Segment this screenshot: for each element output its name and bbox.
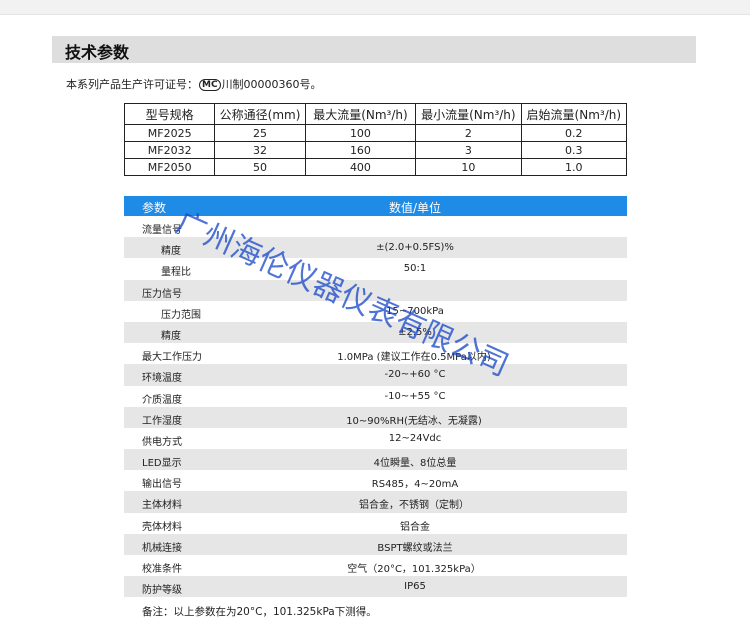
param-value: IP65 [404, 581, 426, 593]
section-title: 技术参数 [65, 43, 130, 62]
param-value: -20~+60 °C [384, 369, 446, 381]
table-cell: 160 [304, 141, 417, 159]
param-value: 10~90%RH(无结冰、无凝露) [346, 415, 482, 427]
license-prefix: 本系列产品生产许可证号： [66, 78, 198, 91]
table-cell: 25 [214, 124, 306, 142]
table-cell: 32 [214, 141, 306, 159]
model-spec-table: 型号规格 公称通径(mm) 最大流量(Nm³/h) 最小流量(Nm³/h) 启始… [123, 103, 628, 176]
param-row-pressure-accuracy: 精度 ±2.5% [124, 321, 627, 344]
table-cell: 0.3 [520, 141, 628, 159]
param-row-max-pressure: 最大工作压力 1.0MPa (建议工作在0.5MPa以内) [124, 343, 627, 364]
param-label: 机械连接 [142, 542, 182, 554]
param-label: 工作湿度 [142, 415, 182, 427]
mc-mark-icon: MC [199, 79, 221, 91]
param-value: 15~700kPa [386, 305, 444, 317]
param-label: 最大工作压力 [142, 352, 202, 364]
param-row-medium-temp: 介质温度 -10~+55 °C [124, 386, 627, 407]
table-cell: 400 [304, 158, 417, 176]
section-header: 技术参数 [52, 36, 696, 63]
param-row-housing-material: 壳体材料 铝合金 [124, 513, 627, 534]
license-number: 川制00000360号。 [221, 78, 322, 91]
param-row-humidity: 工作湿度 10~90%RH(无结冰、无凝露) [124, 406, 627, 428]
param-label: 壳体材料 [142, 521, 182, 533]
param-label: 输出信号 [142, 479, 182, 491]
param-row-pressure-signal: 压力信号 [124, 279, 627, 301]
param-value: 50:1 [403, 263, 427, 275]
param-value: 铝合金，不锈钢（定制） [359, 500, 469, 512]
param-value: ±2.5% [398, 326, 432, 338]
table-cell: 0.2 [520, 124, 628, 142]
param-label: 流量信号 [142, 225, 182, 236]
table-row: MF2025 25 100 2 0.2 [123, 124, 628, 142]
param-row-display: LED显示 4位瞬量、8位总量 [124, 449, 627, 471]
table-cell: 2 [415, 124, 522, 142]
parameter-header-value: 数值/单位 [389, 201, 442, 215]
param-label: 主体材料 [142, 500, 182, 512]
param-value: ±(2.0+0.5FS)% [376, 242, 454, 254]
param-row-flow-signal: 流量信号 [124, 216, 627, 237]
footnote: 备注：以上参数在为20°C，101.325kPa下测得。 [142, 606, 377, 618]
param-label: 防护等级 [142, 585, 182, 597]
param-value: 12~24Vdc [388, 432, 442, 444]
param-row-pressure-range: 压力范围 15~700kPa [124, 301, 627, 322]
param-row-protection: 防护等级 IP65 [124, 576, 627, 598]
table-row: MF2050 50 400 10 1.0 [123, 158, 628, 176]
param-label: 供电方式 [142, 436, 182, 448]
param-row-connection: 机械连接 BSPT螺纹或法兰 [124, 533, 627, 555]
param-label: LED显示 [142, 458, 182, 470]
parameter-table: 参数 数值/单位 流量信号 精度 ±(2.0+0.5FS)% 量程比 50:1 压力… [124, 196, 627, 598]
param-label: 校准条件 [142, 564, 182, 575]
table-cell: 3 [415, 141, 522, 159]
param-label: 量程比 [161, 267, 191, 279]
spec-header-diameter: 公称通径(mm) [214, 103, 306, 125]
param-row-power: 供电方式 12~24Vdc [124, 428, 627, 449]
param-value: 铝合金 [400, 521, 430, 533]
param-value: -10~+55 °C [384, 390, 446, 402]
table-cell: 1.0 [520, 158, 628, 176]
param-row-output: 输出信号 RS485，4~20mA [124, 470, 627, 491]
table-cell: 10 [415, 158, 522, 176]
table-row: MF2032 32 160 3 0.3 [123, 141, 628, 159]
param-label: 精度 [161, 330, 181, 342]
table-cell: 100 [304, 124, 417, 142]
parameter-header-label: 参数 [142, 201, 167, 215]
spec-header-max-flow: 最大流量(Nm³/h) [304, 103, 417, 125]
param-label: 压力信号 [142, 288, 182, 300]
table-cell: MF2050 [123, 158, 216, 176]
param-value: 空气（20°C，101.325kPa） [347, 564, 481, 575]
param-value: 1.0MPa (建议工作在0.5MPa以内) [337, 352, 491, 364]
spec-header-min-flow: 最小流量(Nm³/h) [415, 103, 522, 125]
param-row-turndown: 量程比 50:1 [124, 258, 627, 279]
spec-header-start-flow: 启始流量(Nm³/h) [520, 103, 628, 125]
table-cell: 50 [214, 158, 306, 176]
top-band [0, 0, 750, 15]
spec-header-model: 型号规格 [123, 103, 216, 125]
param-value: RS485，4~20mA [371, 479, 459, 491]
param-value: BSPT螺纹或法兰 [377, 542, 453, 554]
param-value: 4位瞬量、8位总量 [373, 458, 457, 470]
param-label: 压力范围 [161, 309, 201, 321]
parameter-header: 参数 数值/单位 [124, 196, 627, 216]
param-row-body-material: 主体材料 铝合金，不锈钢（定制） [124, 491, 627, 513]
table-cell: MF2025 [123, 124, 216, 142]
param-label: 精度 [161, 246, 181, 258]
param-label: 环境温度 [142, 373, 182, 385]
param-row-ambient-temp: 环境温度 -20~+60 °C [124, 364, 627, 386]
table-cell: MF2032 [123, 141, 216, 159]
license-line: 本系列产品生产许可证号： MC 川制00000360号。 [66, 76, 322, 92]
param-row-flow-accuracy: 精度 ±(2.0+0.5FS)% [124, 237, 627, 259]
param-row-calibration: 校准条件 空气（20°C，101.325kPa） [124, 555, 627, 576]
spec-header-row: 型号规格 公称通径(mm) 最大流量(Nm³/h) 最小流量(Nm³/h) 启始… [123, 103, 628, 125]
param-label: 介质温度 [142, 394, 182, 406]
